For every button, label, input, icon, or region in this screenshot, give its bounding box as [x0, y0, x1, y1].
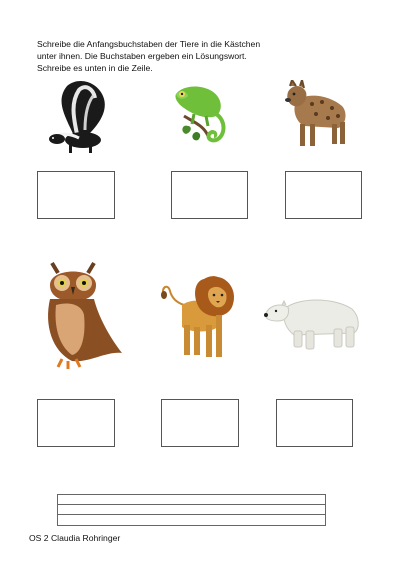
writing-line [58, 504, 325, 505]
letter-box-4[interactable] [37, 399, 115, 447]
answer-line[interactable] [57, 494, 326, 526]
hyena-icon [282, 80, 356, 152]
owl-icon [42, 255, 128, 373]
letter-box-3[interactable] [285, 171, 362, 219]
letter-box-1[interactable] [37, 171, 115, 219]
chameleon-icon [170, 80, 232, 158]
skunk-icon [45, 76, 115, 156]
lion-icon [160, 275, 240, 365]
letter-box-6[interactable] [276, 399, 353, 447]
letter-box-5[interactable] [161, 399, 239, 447]
polar-bear-icon [264, 293, 364, 351]
writing-line [58, 514, 325, 515]
letter-box-2[interactable] [171, 171, 248, 219]
instruction-text: Schreibe die Anfangsbuchstaben der Tiere… [37, 39, 261, 73]
footer-credit: OS 2 Claudia Rohringer [29, 533, 121, 543]
